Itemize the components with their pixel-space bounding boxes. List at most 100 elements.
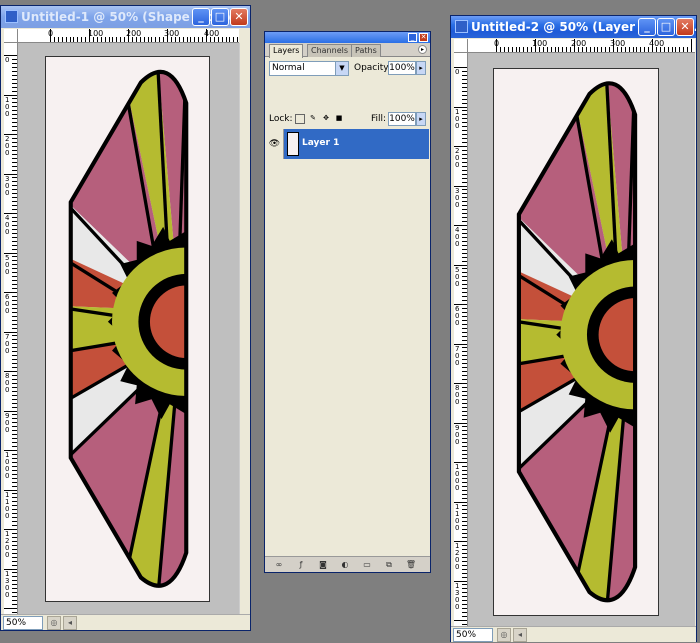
ruler-tick bbox=[462, 525, 467, 527]
ruler-tick bbox=[462, 442, 467, 444]
ruler-origin[interactable] bbox=[454, 39, 468, 53]
ruler-tick bbox=[462, 359, 467, 361]
lock-transparency-icon[interactable] bbox=[295, 114, 305, 124]
ruler-tick bbox=[519, 47, 521, 52]
trash-icon[interactable]: 🗑 bbox=[405, 559, 417, 570]
palette-menu-icon[interactable]: ▸ bbox=[418, 45, 427, 54]
status-bar: 50% ◎ ◂ bbox=[451, 626, 696, 642]
ruler-tick bbox=[462, 201, 467, 203]
document-canvas[interactable] bbox=[45, 56, 210, 602]
status-menu-icon[interactable]: ◎ bbox=[47, 616, 61, 630]
document-window-2[interactable]: Untitled-2 @ 50% (Layer 1, RGB... _ □ ✕ … bbox=[450, 15, 697, 642]
ruler-tick bbox=[648, 47, 650, 52]
ruler-tick bbox=[462, 604, 467, 606]
ruler-tick bbox=[131, 37, 133, 42]
zoom-level-field[interactable]: 50% bbox=[453, 628, 493, 642]
layers-palette[interactable]: _ ✕ Layers Channels Paths ▸ Normal ▼ Opa… bbox=[264, 31, 431, 573]
ruler-tick bbox=[462, 469, 467, 471]
ruler-tick bbox=[12, 532, 17, 534]
window-1-titlebar[interactable]: Untitled-1 @ 50% (Shape 5 cop... _ □ ✕ bbox=[1, 6, 250, 28]
ruler-tick bbox=[507, 47, 509, 52]
tab-channels[interactable]: Channels bbox=[307, 44, 353, 57]
ruler-tick bbox=[644, 47, 646, 52]
ruler-tick bbox=[12, 114, 17, 116]
document-canvas[interactable] bbox=[493, 68, 659, 616]
blend-mode-select[interactable]: Normal ▼ bbox=[269, 61, 349, 76]
layer-row[interactable]: 👁 Layer 1 bbox=[266, 129, 429, 159]
fill-slider-button[interactable]: ▸ bbox=[416, 112, 426, 126]
link-icon[interactable]: ∞ bbox=[273, 559, 285, 570]
ruler-tick bbox=[462, 450, 467, 452]
adjustment-icon[interactable]: ◐ bbox=[339, 559, 351, 570]
zoom-level-field[interactable]: 50% bbox=[3, 616, 43, 630]
ruler-tick bbox=[12, 406, 17, 408]
minimize-icon[interactable]: _ bbox=[192, 8, 210, 26]
maximize-icon[interactable]: □ bbox=[657, 18, 675, 36]
ruler-tick bbox=[655, 47, 657, 52]
lock-all-icon[interactable]: ■ bbox=[334, 114, 344, 124]
close-icon[interactable]: ✕ bbox=[676, 18, 694, 36]
ruler-label: 900 bbox=[455, 423, 460, 446]
maximize-icon[interactable]: □ bbox=[211, 8, 229, 26]
ruler-tick bbox=[462, 402, 467, 404]
blend-mode-value: Normal bbox=[272, 63, 305, 73]
scroll-left-icon[interactable]: ◂ bbox=[63, 616, 77, 630]
close-icon[interactable]: ✕ bbox=[230, 8, 248, 26]
ruler-tick bbox=[462, 347, 467, 349]
ruler-tick bbox=[12, 517, 17, 519]
style-icon[interactable]: ƒ bbox=[295, 559, 307, 570]
ruler-tick bbox=[12, 509, 17, 511]
layer-name[interactable]: Layer 1 bbox=[302, 138, 339, 148]
folder-icon[interactable]: ▭ bbox=[361, 559, 373, 570]
minimize-icon[interactable]: _ bbox=[638, 18, 656, 36]
eye-icon[interactable]: 👁 bbox=[266, 129, 284, 159]
close-icon[interactable]: ✕ bbox=[419, 33, 428, 42]
ruler-tick bbox=[652, 39, 653, 52]
ruler-origin[interactable] bbox=[4, 29, 18, 43]
mask-icon[interactable]: ◙ bbox=[317, 559, 329, 570]
ruler-tick bbox=[12, 307, 17, 309]
ruler-tick bbox=[462, 339, 467, 341]
horizontal-ruler[interactable]: 0 100 200 300 400 bbox=[18, 29, 239, 43]
ruler-tick bbox=[12, 137, 17, 139]
ruler-tick bbox=[229, 37, 231, 42]
ruler-tick bbox=[462, 134, 467, 136]
canvas-area[interactable] bbox=[468, 53, 695, 626]
scroll-left-icon[interactable]: ◂ bbox=[513, 628, 527, 642]
ruler-tick bbox=[462, 533, 467, 535]
window-2-titlebar[interactable]: Untitled-2 @ 50% (Layer 1, RGB... _ □ ✕ bbox=[451, 16, 696, 38]
palette-titlebar[interactable]: _ ✕ bbox=[265, 32, 430, 43]
vertical-ruler[interactable]: 0 100 200 300 400 500 600 700 800 900 1000 1100 1200… bbox=[4, 43, 18, 614]
palette-tabs: Layers Channels Paths ▸ bbox=[265, 43, 430, 58]
ruler-tick bbox=[12, 311, 17, 313]
document-window-1[interactable]: Untitled-1 @ 50% (Shape 5 cop... _ □ ✕ 0… bbox=[0, 5, 251, 631]
lock-paint-icon[interactable]: ✎ bbox=[308, 114, 318, 124]
new-layer-icon[interactable]: ⧉ bbox=[383, 559, 395, 570]
status-menu-icon[interactable]: ◎ bbox=[497, 628, 511, 642]
ruler-tick bbox=[462, 276, 467, 278]
ruler-label: 1200 bbox=[5, 530, 10, 559]
ruler-tick bbox=[462, 284, 467, 286]
canvas-area[interactable] bbox=[18, 43, 239, 614]
ruler-tick bbox=[581, 47, 583, 52]
ruler-tick bbox=[12, 248, 17, 250]
minimize-icon[interactable]: _ bbox=[408, 33, 417, 42]
opacity-slider-button[interactable]: ▸ bbox=[416, 61, 426, 75]
horizontal-ruler[interactable]: 0 100 200 300 400 bbox=[468, 39, 695, 53]
fill-field[interactable]: 100% bbox=[388, 112, 416, 126]
ruler-tick bbox=[12, 394, 17, 396]
ruler-tick bbox=[12, 149, 17, 151]
ruler-tick bbox=[12, 70, 17, 72]
vertical-ruler[interactable]: 0 100 200 300 400 500 600 700 800 900 1000 1100 1200… bbox=[454, 53, 468, 626]
ruler-tick bbox=[12, 244, 17, 246]
ruler-tick bbox=[50, 29, 51, 42]
ruler-label: 400 bbox=[455, 226, 460, 248]
tab-layers[interactable]: Layers bbox=[269, 44, 304, 58]
lock-position-icon[interactable]: ✥ bbox=[321, 114, 331, 124]
layers-list-empty-area[interactable] bbox=[266, 159, 429, 556]
tab-paths[interactable]: Paths bbox=[351, 44, 381, 57]
ruler-tick bbox=[616, 47, 618, 52]
vertical-scrollbar[interactable] bbox=[239, 43, 250, 614]
opacity-field[interactable]: 100% bbox=[388, 61, 416, 75]
ruler-tick bbox=[12, 165, 17, 167]
